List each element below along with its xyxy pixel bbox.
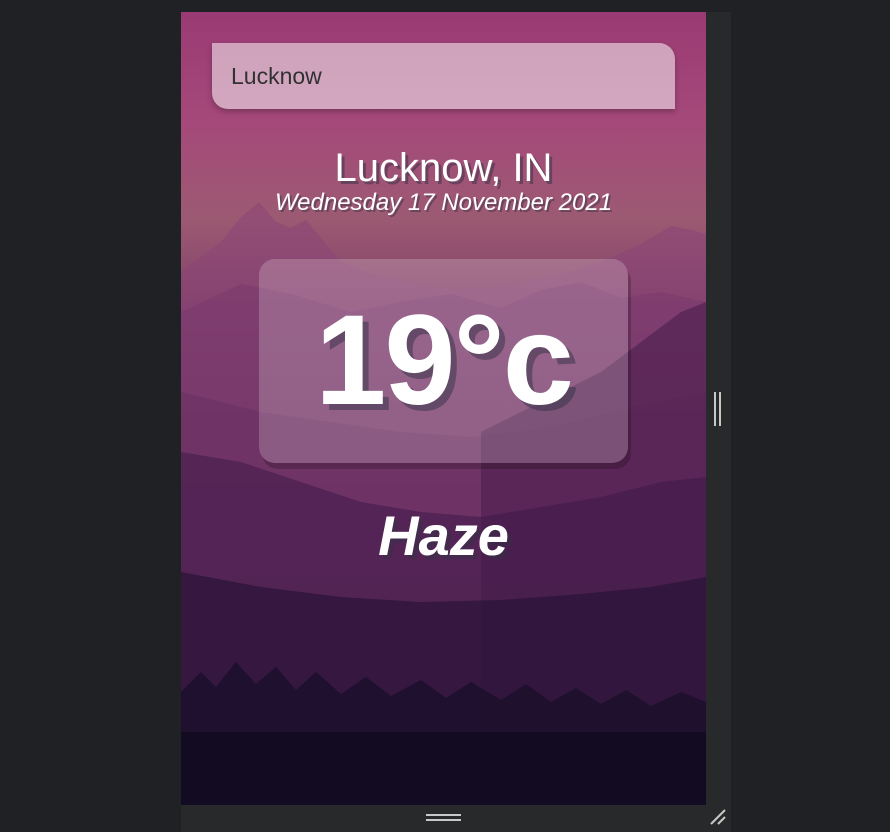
vertical-resize-handle-icon[interactable] <box>713 392 723 426</box>
current-date: Wednesday 17 November 2021 <box>274 189 613 216</box>
horizontal-resize-handle-icon[interactable] <box>426 813 461 823</box>
devtools-stage: Lucknow, IN Wednesday 17 November 2021 1… <box>0 0 890 832</box>
location-box: Lucknow, IN Wednesday 17 November 2021 <box>181 144 706 218</box>
temperature-card: 19°c <box>259 259 628 463</box>
app-viewport: Lucknow, IN Wednesday 17 November 2021 1… <box>181 12 706 805</box>
search-input[interactable] <box>212 43 675 109</box>
temperature-value: 19°c <box>315 289 574 432</box>
corner-resize-icon[interactable] <box>709 808 727 826</box>
weather-condition: Haze <box>378 504 509 567</box>
location-name: Lucknow, IN <box>334 146 553 190</box>
